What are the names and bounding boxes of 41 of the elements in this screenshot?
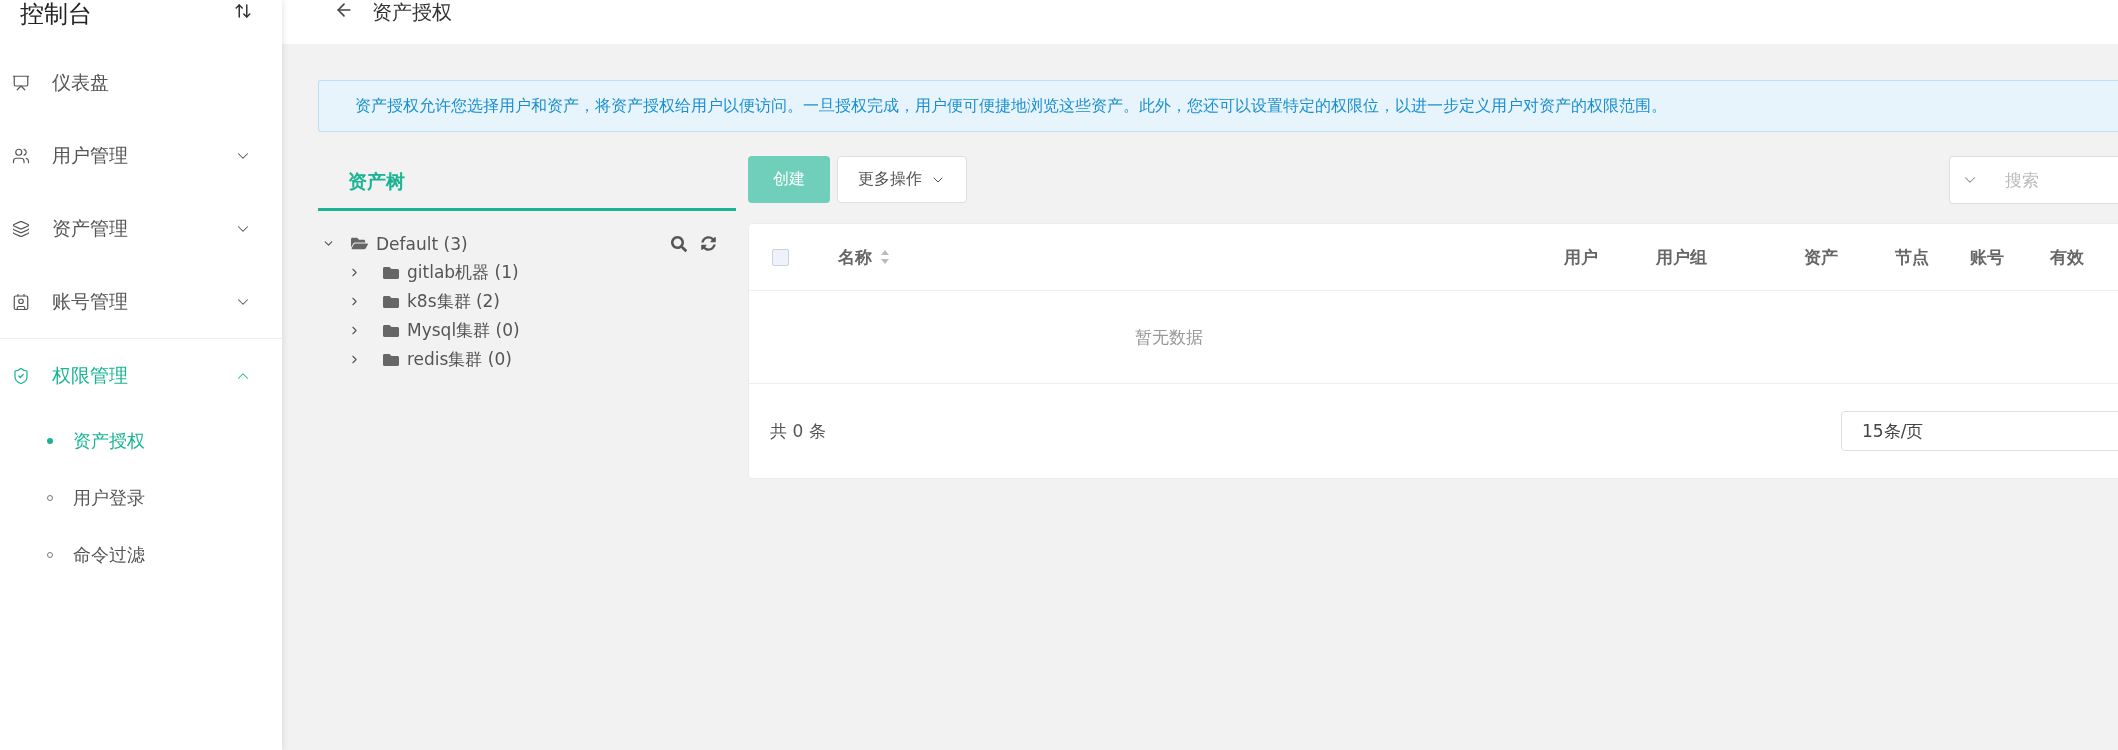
tree-node[interactable]: Mysql集群 (0) — [407, 319, 520, 342]
info-banner: 资产授权允许您选择用户和资产，将资产授权给用户以便访问。一旦授权完成，用户便可便捷地浏览这些资产。此外，您还可以设置特定的权限位，以进一步定义用户对资产的权限范围。 — [318, 80, 2118, 132]
menu-item[interactable]: 账号管理 — [0, 265, 282, 338]
column-header: 用户组 — [1656, 245, 1707, 269]
console-title: 控制台 — [20, 0, 92, 28]
swap-icon[interactable] — [234, 2, 252, 20]
submenu-item[interactable]: 命令过滤 — [0, 526, 282, 583]
column-header: 用户 — [1564, 245, 1598, 269]
tree-node[interactable]: k8s集群 (2) — [407, 290, 500, 313]
search-field[interactable]: 搜索 — [1949, 156, 2118, 204]
menu-item[interactable]: 仪表盘 — [0, 46, 282, 119]
empty-text: 暂无数据 — [1135, 325, 1203, 349]
menu-icon — [12, 146, 30, 165]
page-title: 资产授权 — [372, 0, 452, 24]
submenu-item[interactable]: 用户登录 — [0, 469, 282, 526]
select-all-checkbox[interactable] — [772, 248, 789, 266]
page-size-select[interactable]: 15条/页 — [1841, 411, 2118, 451]
menu-item[interactable]: 资产管理 — [0, 192, 282, 265]
column-header: 有效 — [2050, 245, 2084, 269]
more-actions-button[interactable]: 更多操作 — [837, 156, 967, 203]
column-header: 节点 — [1895, 245, 1929, 269]
menu-icon — [12, 292, 30, 311]
menu-icon — [12, 73, 30, 92]
column-header: 资产 — [1804, 245, 1838, 269]
folder-icon — [351, 235, 368, 252]
total-count: 共 0 条 — [770, 419, 826, 443]
tree-node[interactable]: gitlab机器 (1) — [407, 261, 519, 284]
menu-icon — [12, 219, 30, 238]
column-header: 账号 — [1970, 245, 2004, 269]
tree-node[interactable]: Default (3) — [376, 233, 468, 254]
menu-icon — [12, 366, 30, 385]
folder-icon — [383, 293, 399, 310]
bullet-icon — [47, 437, 53, 444]
folder-icon — [383, 351, 399, 368]
tree-node[interactable]: redis集群 (0) — [407, 348, 512, 371]
folder-icon — [383, 322, 399, 339]
column-header: 名称 — [838, 245, 872, 269]
menu-item[interactable]: 用户管理 — [0, 119, 282, 192]
folder-icon — [383, 264, 399, 281]
refresh-icon[interactable] — [701, 235, 716, 251]
search-icon[interactable] — [671, 235, 687, 252]
